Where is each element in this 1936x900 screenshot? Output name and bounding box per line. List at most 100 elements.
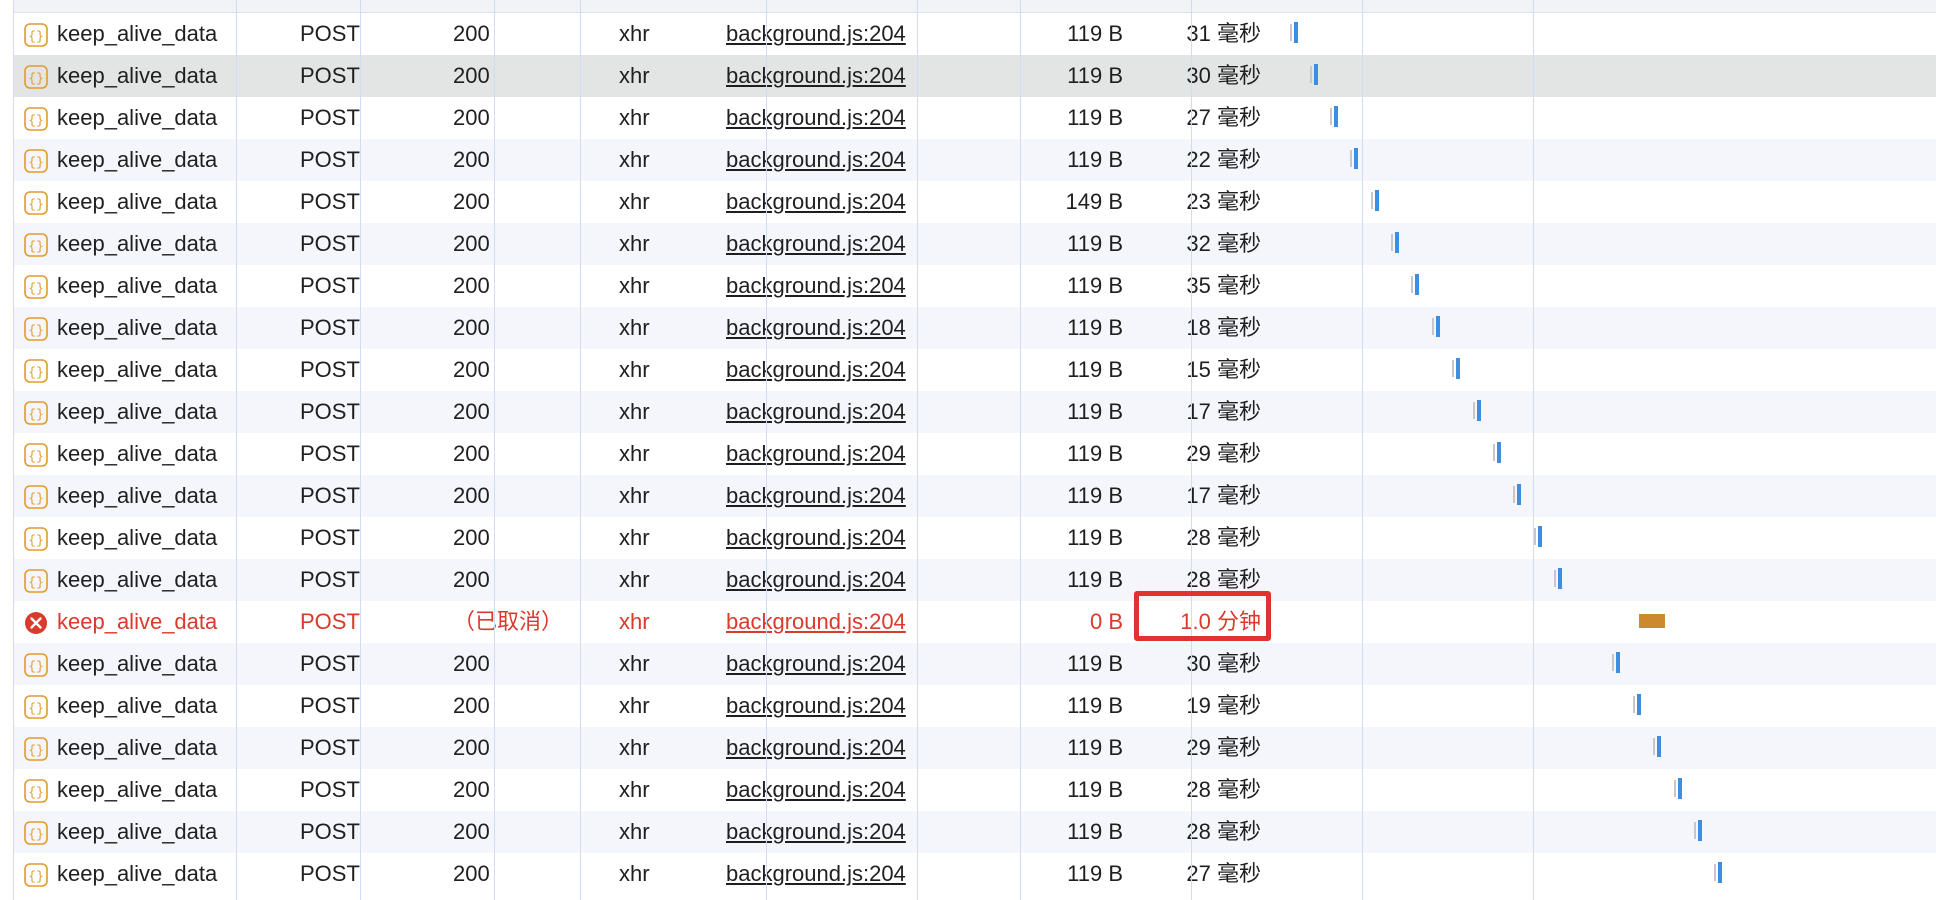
request-name-cell[interactable]: {} keep_alive_data [23, 475, 293, 517]
json-braces-icon: {} [23, 146, 49, 173]
request-row[interactable]: {} keep_alive_data POST 200 xhr background.js… [13, 349, 1936, 391]
request-row[interactable]: {} keep_alive_data POST 200 xhr background.js… [13, 265, 1936, 307]
request-name: keep_alive_data [57, 735, 218, 760]
request-initiator-link[interactable]: background.js:204 [726, 139, 946, 181]
request-initiator-link[interactable]: background.js:204 [726, 349, 946, 391]
request-name: keep_alive_data [57, 651, 218, 676]
request-row[interactable]: {} keep_alive_data POST 200 xhr background.js… [13, 97, 1936, 139]
request-name-cell[interactable]: {} keep_alive_data [23, 727, 293, 769]
request-name-cell[interactable]: {} keep_alive_data [23, 433, 293, 475]
request-initiator-link[interactable]: background.js:204 [726, 181, 946, 223]
request-row[interactable]: {} keep_alive_data POST 200 xhr background.js… [13, 559, 1936, 601]
request-row[interactable]: {} keep_alive_data POST 200 xhr background.js… [13, 223, 1936, 265]
request-row[interactable]: {} keep_alive_data POST 200 xhr background.js… [13, 811, 1936, 853]
svg-text:{}: {} [28, 449, 44, 464]
waterfall-bar [1375, 190, 1379, 211]
request-name-cell[interactable]: {} keep_alive_data [23, 307, 293, 349]
svg-text:{}: {} [28, 827, 44, 842]
request-initiator-link[interactable]: background.js:204 [726, 643, 946, 685]
request-row[interactable]: {} keep_alive_data POST 200 xhr background.js… [13, 727, 1936, 769]
column-divider [1533, 0, 1534, 900]
request-name: keep_alive_data [57, 819, 218, 844]
request-name-cell[interactable]: {} keep_alive_data [23, 265, 293, 307]
time-highlight-box [1134, 591, 1271, 641]
request-name: keep_alive_data [57, 567, 218, 592]
request-initiator-link[interactable]: background.js:204 [726, 265, 946, 307]
request-name-cell[interactable]: {} keep_alive_data [23, 853, 293, 895]
request-row[interactable]: {} keep_alive_data POST 200 xhr background.js… [13, 139, 1936, 181]
waterfall-wait-tick [1330, 108, 1332, 125]
request-row[interactable]: {} keep_alive_data POST 200 xhr background.js… [13, 517, 1936, 559]
request-initiator-link[interactable]: background.js:204 [726, 97, 946, 139]
request-name-cell[interactable]: {} keep_alive_data [23, 349, 293, 391]
request-row[interactable]: {} keep_alive_data POST 200 xhr background.js… [13, 433, 1936, 475]
json-braces-icon: {} [23, 188, 49, 215]
request-row[interactable]: {} keep_alive_data POST 200 xhr background.js… [13, 643, 1936, 685]
request-initiator-link[interactable]: background.js:204 [726, 391, 946, 433]
request-time: 29 毫秒 [1186, 441, 1261, 466]
request-name-cell[interactable]: {} keep_alive_data [23, 643, 293, 685]
request-row[interactable]: {} keep_alive_data POST 200 xhr background.js… [13, 55, 1936, 97]
request-initiator-link[interactable]: background.js:204 [726, 559, 946, 601]
request-initiator-link[interactable]: background.js:204 [726, 307, 946, 349]
json-braces-icon: {} [23, 272, 49, 299]
request-name: keep_alive_data [57, 315, 218, 340]
request-row[interactable]: {} keep_alive_data POST 200 xhr background.js… [13, 391, 1936, 433]
request-initiator-link[interactable]: background.js:204 [726, 13, 946, 55]
request-name-cell[interactable]: {} keep_alive_data [23, 811, 293, 853]
request-initiator-link[interactable]: background.js:204 [726, 601, 946, 643]
request-name: keep_alive_data [57, 399, 218, 424]
request-row[interactable]: {} keep_alive_data POST 200 xhr background.js… [13, 853, 1936, 895]
json-braces-icon: {} [23, 818, 49, 845]
request-row[interactable]: {} keep_alive_data POST 200 xhr background.js… [13, 769, 1936, 811]
request-row[interactable]: {} keep_alive_data POST 200 xhr background.js… [13, 685, 1936, 727]
waterfall-wait-tick [1513, 486, 1515, 503]
request-initiator-link[interactable]: background.js:204 [726, 853, 946, 895]
request-time: 22 毫秒 [1186, 147, 1261, 172]
request-row[interactable]: {} keep_alive_data POST 200 xhr background.js… [13, 307, 1936, 349]
request-initiator-link[interactable]: background.js:204 [726, 433, 946, 475]
request-initiator-link[interactable]: background.js:204 [726, 55, 946, 97]
column-divider [494, 0, 495, 900]
request-row[interactable]: {} keep_alive_data POST 200 xhr background.js… [13, 181, 1936, 223]
request-method: POST [300, 189, 360, 214]
request-initiator-link[interactable]: background.js:204 [726, 769, 946, 811]
request-row[interactable]: keep_alive_data POST （已取消） xhr background.js… [13, 601, 1936, 643]
request-method: POST [300, 651, 360, 676]
request-row[interactable]: {} keep_alive_data POST 200 xhr background.js… [13, 13, 1936, 55]
request-name-cell[interactable]: {} keep_alive_data [23, 55, 293, 97]
request-initiator-link[interactable]: background.js:204 [726, 727, 946, 769]
request-name-cell[interactable]: {} keep_alive_data [23, 685, 293, 727]
waterfall-wait-tick [1432, 318, 1434, 335]
request-name-cell[interactable]: {} keep_alive_data [23, 223, 293, 265]
waterfall-wait-tick [1554, 570, 1556, 587]
request-row[interactable]: {} keep_alive_data POST 200 xhr background.js… [13, 475, 1936, 517]
request-initiator-link[interactable]: background.js:204 [726, 685, 946, 727]
waterfall-bar [1477, 400, 1481, 421]
request-initiator-link[interactable]: background.js:204 [726, 517, 946, 559]
svg-text:{}: {} [28, 869, 44, 884]
request-name-cell[interactable]: {} keep_alive_data [23, 517, 293, 559]
request-initiator-link[interactable]: background.js:204 [726, 223, 946, 265]
request-size: 119 B [1067, 105, 1123, 130]
request-method: POST [300, 147, 360, 172]
request-name: keep_alive_data [57, 147, 218, 172]
request-type: xhr [619, 105, 650, 130]
request-name-cell[interactable]: {} keep_alive_data [23, 559, 293, 601]
request-initiator-link[interactable]: background.js:204 [726, 811, 946, 853]
request-initiator-link[interactable]: background.js:204 [726, 475, 946, 517]
request-name-cell[interactable]: {} keep_alive_data [23, 391, 293, 433]
left-margin [0, 0, 13, 900]
waterfall-bar [1558, 568, 1562, 589]
request-type: xhr [619, 777, 650, 802]
request-name-cell[interactable]: {} keep_alive_data [23, 181, 293, 223]
request-time: 27 毫秒 [1186, 105, 1261, 130]
svg-text:{}: {} [28, 743, 44, 758]
request-name-cell[interactable]: {} keep_alive_data [23, 97, 293, 139]
request-name-cell[interactable]: {} keep_alive_data [23, 139, 293, 181]
request-method: POST [300, 483, 360, 508]
request-name-cell[interactable]: {} keep_alive_data [23, 13, 293, 55]
request-name-cell[interactable]: {} keep_alive_data [23, 769, 293, 811]
request-method: POST [300, 609, 360, 634]
request-name-cell[interactable]: keep_alive_data [23, 601, 293, 643]
